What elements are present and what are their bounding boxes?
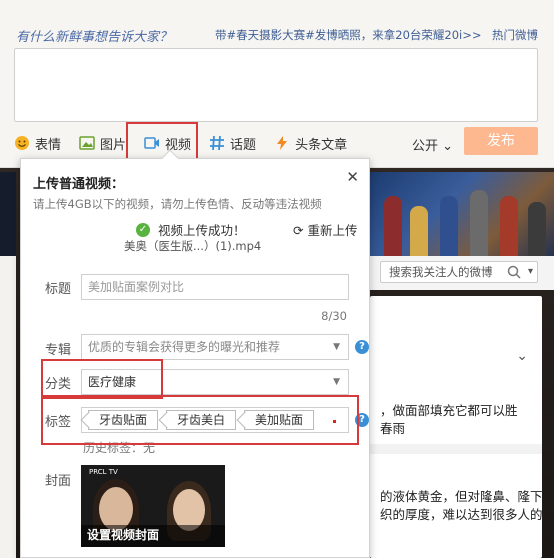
composer-panel: 有什么新鲜事想告诉大家？ 带#春天摄影大赛#发博晒照，来拿20台荣耀20i>> … xyxy=(0,0,554,168)
image-label: 图片 xyxy=(100,137,127,153)
search-placeholder: 搜索我关注人的微博 xyxy=(389,265,493,279)
chevron-down-icon[interactable]: ▾ xyxy=(528,262,533,282)
chevron-down-icon: ▼ xyxy=(333,342,340,352)
composer-prompt: 有什么新鲜事想告诉大家？ xyxy=(16,30,173,45)
emoji-label: 表情 xyxy=(35,137,62,153)
image-icon xyxy=(79,136,95,150)
left-banner-edge xyxy=(0,172,16,256)
hash-icon xyxy=(210,135,225,151)
left-page-strip xyxy=(0,256,16,558)
feed-text: 织的厚度，难以达到很多人的 xyxy=(380,507,543,522)
file-name: 美奥（医生版...）(1).mp4 xyxy=(124,239,262,253)
category-highlight-box xyxy=(41,359,163,399)
album-select[interactable]: 优质的专辑会获得更多的曝光和推荐 ▼ xyxy=(81,334,349,360)
feed-text: ，做面部填充它都可以胜 xyxy=(380,403,518,418)
banner-image xyxy=(370,172,554,256)
topic-button[interactable]: 话题 xyxy=(209,134,256,153)
image-button[interactable]: 图片 xyxy=(79,134,126,153)
reupload-button[interactable]: ⟳ 重新上传 xyxy=(293,220,357,239)
cover-logo: PRCL TV xyxy=(89,468,118,476)
topic-label: 话题 xyxy=(230,137,257,153)
feed-text: 春雨 xyxy=(380,421,406,436)
article-button[interactable]: 头条文章 xyxy=(274,134,347,153)
banner-figure xyxy=(528,202,546,256)
check-icon: ✓ xyxy=(136,222,150,237)
lightning-icon xyxy=(277,136,288,150)
hot-weibo-link[interactable]: 热门微博 xyxy=(492,27,538,43)
reupload-label: 重新上传 xyxy=(307,223,358,238)
tags-highlight-box xyxy=(41,395,359,445)
help-icon[interactable]: ? xyxy=(355,340,369,354)
banner-figure xyxy=(410,206,428,256)
dialog-title: 上传普通视频： xyxy=(33,177,125,192)
title-input[interactable]: 美加贴面案例对比 xyxy=(81,274,349,300)
emoji-button[interactable]: 表情 xyxy=(14,134,61,153)
video-upload-dialog: 上传普通视频： ✕ 请上传4GB以下的视频，请勿上传色情、反动等违法视频 ✓ 视… xyxy=(20,149,370,558)
close-icon[interactable]: ✕ xyxy=(346,168,359,186)
banner-figure xyxy=(384,196,402,256)
smiley-icon xyxy=(15,136,29,150)
banner-figure xyxy=(440,196,458,256)
publish-button[interactable]: 发布 xyxy=(464,127,538,155)
visibility-label: 公开 xyxy=(412,139,439,154)
upload-success: ✓ 视频上传成功！ xyxy=(136,220,246,239)
album-label: 专辑 xyxy=(45,343,72,358)
topic-link[interactable]: 带#春天摄影大赛#发博晒照，来拿20台荣耀20i>> xyxy=(215,27,482,43)
cover-label: 封面 xyxy=(45,474,72,489)
success-text: 视频上传成功！ xyxy=(158,223,246,238)
set-cover-label: 设置视频封面 xyxy=(87,528,160,542)
title-label: 标题 xyxy=(45,282,72,297)
cover-thumbnail[interactable]: PRCL TV 设置视频封面 xyxy=(81,465,225,547)
feed-text: 的液体黄金，但对隆鼻、隆下 xyxy=(380,489,543,504)
article-label: 头条文章 xyxy=(295,137,348,153)
upload-limit-note: 请上传4GB以下的视频，请勿上传色情、反动等违法视频 xyxy=(33,197,322,211)
chevron-down-icon[interactable]: ⌄ xyxy=(516,348,528,364)
visibility-dropdown[interactable]: 公开 ⌄ xyxy=(412,135,453,154)
banner-figure xyxy=(500,196,518,256)
album-placeholder: 优质的专辑会获得更多的曝光和推荐 xyxy=(88,340,281,354)
chevron-down-icon: ⌄ xyxy=(442,139,454,154)
post-textarea[interactable] xyxy=(14,48,538,122)
banner-figure xyxy=(470,190,488,256)
chevron-down-icon: ▼ xyxy=(333,377,340,387)
title-counter: 8/30 xyxy=(321,309,347,323)
feed-divider xyxy=(370,444,542,454)
follow-search-input[interactable]: 搜索我关注人的微博 ▾ xyxy=(380,261,538,283)
search-icon[interactable] xyxy=(507,265,521,279)
feed-card: ⌄ ，做面部填充它都可以胜 春雨 的液体黄金，但对隆鼻、隆下 织的厚度，难以达到… xyxy=(370,296,543,558)
refresh-icon: ⟳ xyxy=(293,223,304,238)
